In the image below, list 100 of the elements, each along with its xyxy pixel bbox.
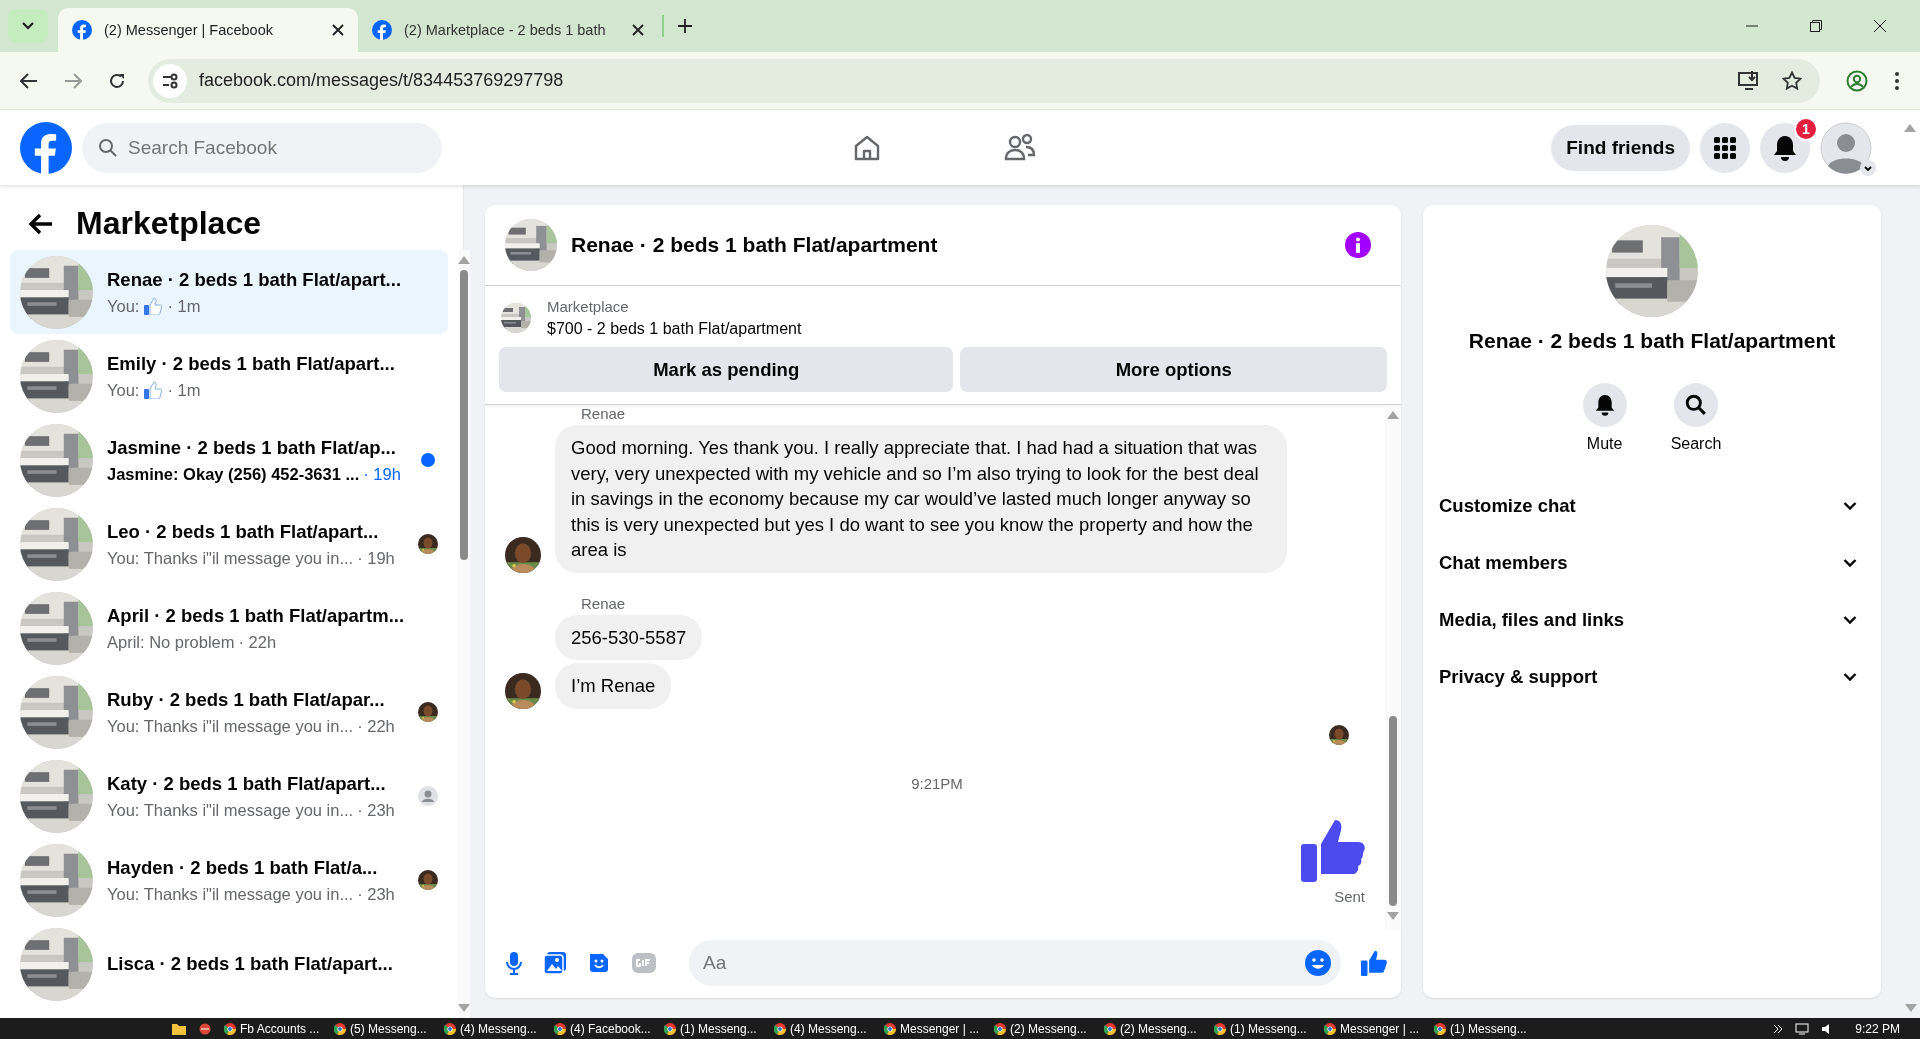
notification-badge: 1	[1794, 116, 1818, 141]
details-section[interactable]: Customize chat	[1439, 477, 1865, 534]
message-time: · 19h	[363, 464, 401, 484]
browser-tab[interactable]: (2) Messenger | Facebook	[58, 8, 358, 52]
conversation-item[interactable]: Renae · 2 beds 1 bath Flat/apart... You: · 1m	[10, 250, 449, 334]
folder-icon[interactable]	[172, 1022, 186, 1035]
scrollbar[interactable]	[1385, 405, 1401, 930]
site-settings-icon[interactable]	[153, 63, 187, 98]
thumbs-up-icon[interactable]	[1361, 950, 1387, 976]
message-preview: You: Thanks i"il message you in...	[107, 548, 354, 568]
conversation-item[interactable]: April · 2 beds 1 bath Flat/apartm... April: No problem · 22h	[10, 586, 449, 670]
close-icon[interactable]	[332, 24, 344, 36]
more-icon[interactable]	[1894, 70, 1900, 91]
tab-search-button[interactable]	[8, 9, 48, 43]
find-friends-button[interactable]: Find friends	[1551, 124, 1690, 171]
profile-icon[interactable]	[1846, 69, 1868, 92]
message-time: · 23h	[357, 800, 395, 820]
reload-icon[interactable]	[108, 71, 126, 90]
avatar-icon	[418, 786, 439, 806]
notifications-button[interactable]	[1760, 122, 1810, 173]
clock[interactable]: 9:22 PM	[1855, 1021, 1900, 1036]
message-time: · 23h	[357, 884, 395, 904]
chevron-down-icon	[1843, 671, 1857, 682]
taskbar-item[interactable]: (4) Messeng...	[774, 1021, 872, 1036]
microphone-icon[interactable]	[505, 951, 523, 975]
scrollbar[interactable]	[458, 250, 471, 1018]
tab-title: (2) Messenger | Facebook	[104, 22, 274, 38]
taskbar-item[interactable]: (4) Messeng...	[444, 1021, 542, 1036]
conversation-item[interactable]: Ruby · 2 beds 1 bath Flat/apar... You: Thanks i"il message you in... · 22h	[10, 670, 449, 754]
star-icon[interactable]	[1782, 70, 1802, 91]
mute-button[interactable]	[1582, 383, 1627, 427]
message-time: · 22h	[357, 716, 395, 736]
back-icon[interactable]	[20, 72, 38, 89]
browser-icon	[884, 1022, 896, 1035]
install-icon[interactable]	[1738, 70, 1760, 91]
action-label: Search	[1670, 435, 1722, 453]
conversation-item[interactable]: Leo · 2 beds 1 bath Flat/apart... You: Thanks i"il message you in... · 19h	[10, 502, 449, 586]
details-section[interactable]: Privacy & support	[1439, 648, 1865, 705]
taskbar-item[interactable]: (4) Facebook...	[554, 1021, 652, 1036]
search-button[interactable]	[1674, 383, 1718, 427]
action-button[interactable]: More options	[960, 347, 1387, 392]
browser-icon	[1324, 1022, 1336, 1035]
chevron-down-icon	[1843, 614, 1857, 625]
conversation-title: Katy · 2 beds 1 bath Flat/apart...	[107, 772, 387, 795]
taskbar-item[interactable]: (1) Messeng...	[1214, 1021, 1312, 1036]
network-icon[interactable]	[1795, 1022, 1810, 1035]
unread-dot-icon	[421, 453, 436, 467]
taskbar-item[interactable]: (1) Messeng...	[1434, 1021, 1532, 1036]
taskbar-item[interactable]: Messenger | ...	[884, 1021, 982, 1036]
close-icon[interactable]	[632, 24, 644, 36]
facebook-logo[interactable]	[20, 121, 72, 174]
browser-icon	[664, 1022, 676, 1035]
address-bar[interactable]: facebook.com/messages/t/834453769297798	[148, 58, 1820, 103]
bell-icon	[1594, 394, 1615, 416]
taskbar-item[interactable]: (2) Messeng...	[994, 1021, 1092, 1036]
sender-name: Renae	[581, 405, 627, 422]
conversation-item[interactable]: Lisca · 2 beds 1 bath Flat/apart...	[10, 922, 449, 1006]
sticker-icon[interactable]	[587, 951, 611, 975]
forward-icon[interactable]	[64, 72, 82, 89]
info-icon[interactable]	[1345, 232, 1371, 258]
taskbar-item[interactable]: Fb Accounts ...	[224, 1021, 322, 1036]
search-icon	[1685, 394, 1707, 416]
taskbar-item[interactable]: (1) Messeng...	[664, 1021, 762, 1036]
overflow-icon[interactable]	[1773, 1023, 1784, 1034]
message-time: · 19h	[357, 548, 395, 568]
browser-icon	[224, 1022, 236, 1035]
conversation-item[interactable]: Katy · 2 beds 1 bath Flat/apart... You: Thanks i"il message you in... · 23h	[10, 754, 449, 838]
browser-icon	[554, 1022, 566, 1035]
taskbar-item[interactable]: (2) Messeng...	[1104, 1021, 1202, 1036]
conversation-item[interactable]: Hayden · 2 beds 1 bath Flat/a... You: Thanks i"il message you in... · 23h	[10, 838, 449, 922]
action-button[interactable]: Mark as pending	[499, 347, 954, 392]
browser-icon	[334, 1022, 346, 1035]
scrollbar-thumb[interactable]	[1389, 716, 1397, 906]
conversation-item[interactable]: Emily · 2 beds 1 bath Flat/apart... You: · 1m	[10, 334, 449, 418]
chevron-down-icon	[1843, 500, 1857, 511]
app-icon[interactable]	[198, 1022, 212, 1035]
search-field[interactable]: Search Facebook	[82, 122, 442, 173]
friends-icon[interactable]	[1004, 132, 1036, 163]
restore-icon[interactable]	[1810, 20, 1822, 32]
taskbar-item[interactable]: Messenger | ...	[1324, 1021, 1422, 1036]
chevron-down-icon[interactable]	[1860, 159, 1876, 176]
message-bubble: Good morning. Yes thank you. I really appreciate that. I had had a situation that was very, very unexpected with my vehicle and so I’m also trying to look for the best deal in savings in the economy because my car would’ve lasted much longer anyway so this is very unexpected but yes I do want to see you know the property and how the area is	[555, 425, 1287, 573]
sender-name: Renae	[581, 594, 627, 612]
message-input[interactable]: Aa	[689, 940, 1341, 986]
taskbar-item[interactable]: (5) Messeng...	[334, 1021, 432, 1036]
details-section[interactable]: Media, files and links	[1439, 591, 1865, 648]
conversation-title: Ruby · 2 beds 1 bath Flat/apar...	[107, 688, 386, 711]
back-icon[interactable]	[28, 212, 54, 235]
emoji-icon[interactable]	[1305, 950, 1331, 976]
menu-button[interactable]	[1700, 122, 1750, 173]
image-icon[interactable]	[543, 951, 567, 975]
scrollbar-thumb[interactable]	[460, 270, 469, 560]
close-icon[interactable]	[1874, 20, 1886, 32]
conversation-item[interactable]: Jasmine · 2 beds 1 bath Flat/ap... Jasmine: Okay (256) 452-3631 ... · 19h	[10, 418, 449, 502]
search-icon	[98, 137, 118, 158]
browser-icon	[774, 1022, 786, 1035]
browser-tab[interactable]: (2) Marketplace - 2 beds 1 bath	[358, 8, 658, 52]
browser-icon	[444, 1022, 456, 1035]
details-section[interactable]: Chat members	[1439, 534, 1865, 591]
new-tab-icon[interactable]	[678, 19, 692, 33]
